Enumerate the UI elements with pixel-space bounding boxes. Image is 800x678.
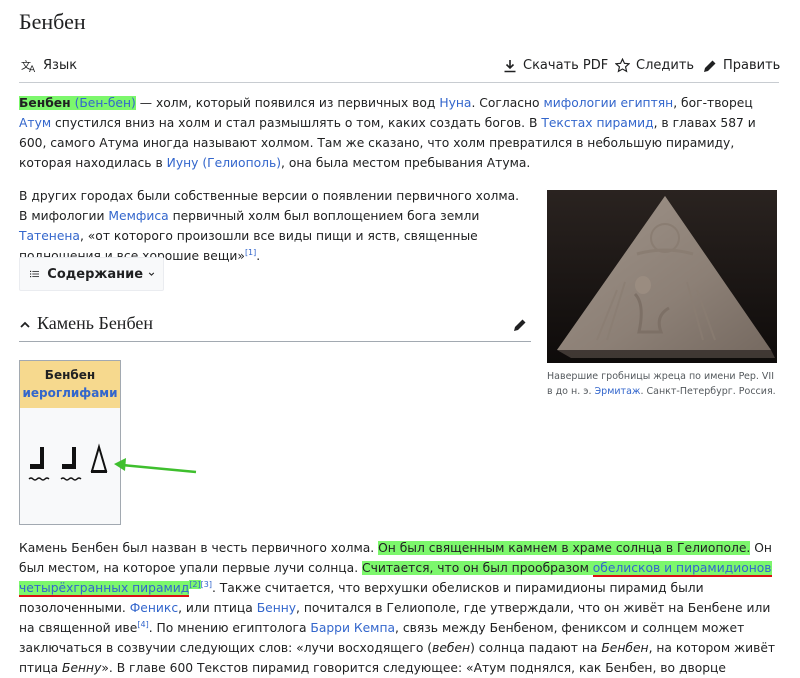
watch-label: Следить xyxy=(636,58,695,73)
language-button[interactable]: 文 A Язык xyxy=(21,58,77,73)
intro-text: . Согласно xyxy=(471,96,544,110)
page-toolbar: 文 A Язык Скачать PDF Следить Править xyxy=(19,54,780,83)
para3-text: ». В главе 600 Текстов пирамид говорится… xyxy=(101,661,726,675)
link-tatenen[interactable]: Татенена xyxy=(19,229,80,243)
link-bennu[interactable]: Бенну xyxy=(257,601,296,615)
pyramidion-photo[interactable] xyxy=(547,190,777,363)
intro-text: — холм, который появился из первичных во… xyxy=(135,96,440,110)
list-icon xyxy=(30,270,40,278)
chevron-up-icon[interactable] xyxy=(19,319,31,331)
link-memphis[interactable]: Мемфиса xyxy=(108,209,168,223)
download-icon xyxy=(504,59,516,72)
para3-text: Камень Бенбен был назван в честь первичн… xyxy=(19,541,379,555)
memphis-paragraph: В других городах были собственные версии… xyxy=(19,186,531,266)
infobox-title: Бенбен xyxy=(44,368,96,382)
pencil-icon[interactable] xyxy=(513,318,527,332)
link-iunu[interactable]: Иуну (Гелиополь) xyxy=(167,156,281,170)
ref-3[interactable]: [3] xyxy=(201,580,212,589)
hieroglyph-icon xyxy=(28,443,108,481)
green-arrow-annotation xyxy=(114,458,197,474)
watch-button[interactable]: Следить xyxy=(615,58,694,73)
infobox: Бенбен иероглифами xyxy=(19,360,121,525)
para2-text: . xyxy=(256,249,261,263)
intro-term: Бенбен xyxy=(19,96,71,110)
highlight-prototype: Считается, что он был прообразом xyxy=(362,561,593,575)
link-mythology[interactable]: мифологии египтян xyxy=(544,96,674,110)
ref-4[interactable]: [4] xyxy=(137,620,148,629)
translate-icon: 文 A xyxy=(21,59,36,73)
pencil-icon xyxy=(704,60,716,72)
ref-1[interactable]: [1] xyxy=(245,248,256,257)
section-title: Камень Бенбен xyxy=(37,313,153,333)
svg-text:A: A xyxy=(29,65,36,73)
star-icon xyxy=(615,58,630,73)
benben-stone-paragraph: Камень Бенбен был назван в честь первичн… xyxy=(19,538,779,678)
figure-caption: Навершие гробницы жреца по имени Pep. VI… xyxy=(547,369,777,399)
infobox-header: Бенбен иероглифами xyxy=(20,361,120,408)
intro-text: спустился вниз на холм и стал размышлять… xyxy=(51,116,542,130)
image-figure: Навершие гробницы жреца по имени Pep. VI… xyxy=(547,190,777,399)
para2-text: первичный холм был воплощением бога земл… xyxy=(168,209,480,223)
page-title: Бенбен xyxy=(19,9,86,34)
highlight-sacred-stone: Он был священным камнем в храме солнца в… xyxy=(378,541,751,555)
ref-2[interactable]: [2] xyxy=(189,580,200,589)
infobox-hieroglyphs-link[interactable]: иероглифами xyxy=(20,384,120,402)
toc-toggle[interactable]: Содержание xyxy=(19,257,164,291)
italic-term: Бенбен xyxy=(601,641,649,655)
italic-term: вебен xyxy=(432,641,471,655)
link-hermitage[interactable]: Эрмитаж xyxy=(595,386,641,397)
link-phoenix[interactable]: Феникс xyxy=(130,601,178,615)
toc-label: Содержание xyxy=(47,266,144,282)
para3-text: ) солнца падают на xyxy=(470,641,602,655)
link-barry-kemp[interactable]: Барри Кемпа xyxy=(310,621,395,635)
intro-text: , она была местом пребывания Атума. xyxy=(281,156,531,170)
section-header[interactable]: Камень Бенбен xyxy=(19,311,531,342)
link-nun[interactable]: Нуна xyxy=(439,96,471,110)
intro-paragraph: Бенбен (Бен-бен) — холм, который появилс… xyxy=(19,93,779,173)
intro-text: , бог-творец xyxy=(673,96,753,110)
italic-term: Бенну xyxy=(62,661,102,675)
download-pdf-label: Скачать PDF xyxy=(523,58,609,73)
edit-button[interactable]: Править xyxy=(703,58,780,73)
link-pyramid-texts[interactable]: Текстах пирамид xyxy=(541,116,653,130)
para3-text: , или птица xyxy=(178,601,257,615)
download-pdf-button[interactable]: Скачать PDF xyxy=(503,58,608,73)
link-atum[interactable]: Атум xyxy=(19,116,51,130)
chevron-down-icon xyxy=(148,272,155,276)
caption-text: . Санкт-Петербург. Россия. xyxy=(640,386,776,397)
para3-text: . По мнению египтолога xyxy=(148,621,311,635)
intro-alt-link[interactable]: (Бен-бен) xyxy=(74,96,136,110)
language-label: Язык xyxy=(43,58,78,73)
edit-label: Править xyxy=(723,58,781,73)
